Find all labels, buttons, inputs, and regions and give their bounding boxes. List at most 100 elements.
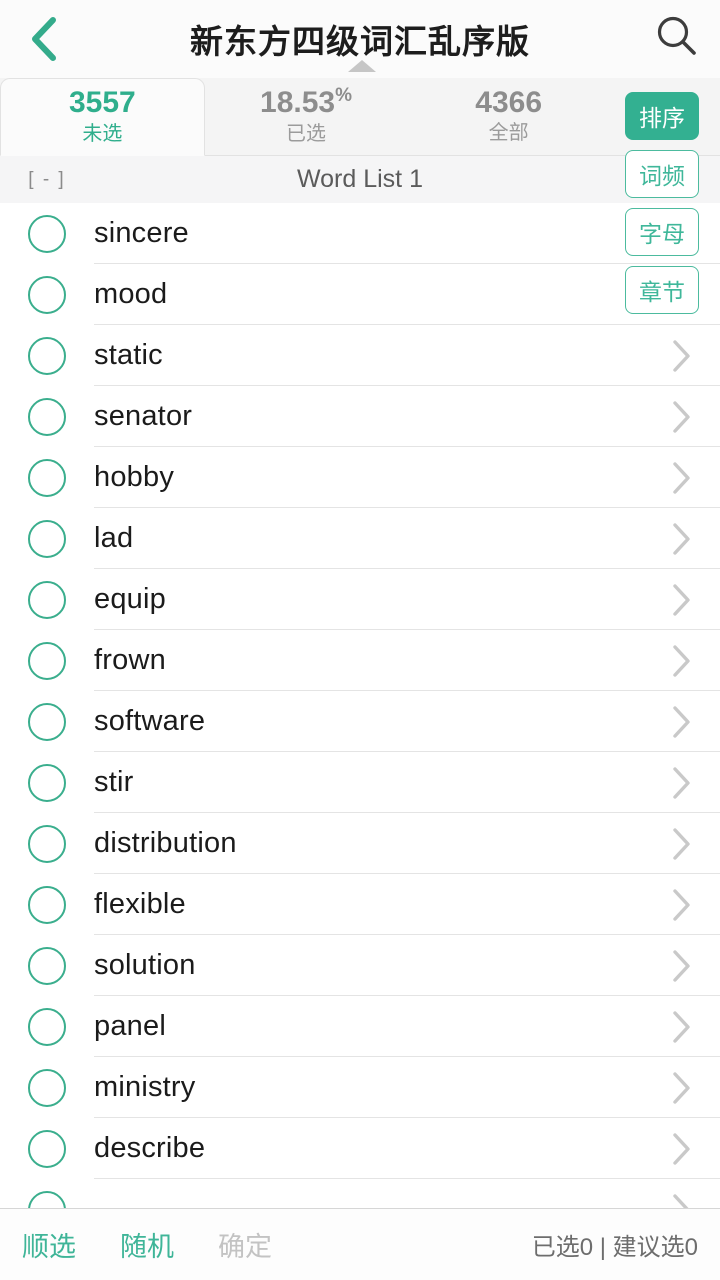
word-label: static [94, 339, 163, 371]
word-row[interactable]: stir [0, 752, 720, 813]
word-row[interactable]: describe [0, 1118, 720, 1179]
circle-icon [28, 580, 66, 619]
word-label: software [94, 705, 206, 737]
word-row[interactable]: equip [0, 569, 720, 630]
sort-option-frequency[interactable]: 词频 [625, 150, 699, 198]
word-label: lad [94, 522, 134, 554]
word-label: mood [94, 278, 168, 310]
tab-unselected-value: 3557 [68, 86, 136, 120]
word-label: equip [94, 583, 166, 615]
word-checkbox[interactable] [0, 458, 94, 497]
random-select-button[interactable]: 随机 [120, 1225, 174, 1264]
word-checkbox[interactable] [0, 1190, 94, 1208]
word-checkbox[interactable] [0, 946, 94, 985]
chevron-right-icon [642, 400, 720, 434]
section-title: Word List 1 [297, 165, 423, 193]
chevron-right-icon [642, 583, 720, 617]
word-checkbox[interactable] [0, 824, 94, 863]
circle-icon [28, 336, 66, 375]
word-label: senator [94, 400, 193, 432]
word-checkbox[interactable] [0, 1068, 94, 1107]
percent-sign: % [335, 85, 352, 107]
chevron-right-icon [642, 827, 720, 861]
circle-icon [28, 1129, 66, 1168]
word-row[interactable]: solution [0, 935, 720, 996]
search-button[interactable] [634, 0, 720, 78]
circle-icon [28, 1068, 66, 1107]
sort-trigger-button[interactable]: 排序 [625, 92, 699, 140]
selection-status: 已选0 | 建议选0 [531, 1234, 698, 1261]
circle-icon [28, 458, 66, 497]
caret-up-icon[interactable] [348, 60, 376, 72]
chevron-right-icon [642, 1132, 720, 1166]
word-checkbox[interactable] [0, 885, 94, 924]
circle-icon [28, 702, 66, 741]
word-checkbox[interactable] [0, 763, 94, 802]
word-checkbox[interactable] [0, 214, 94, 253]
word-row[interactable]: ministry [0, 1057, 720, 1118]
word-row[interactable]: senator [0, 386, 720, 447]
word-list[interactable]: sincere mood static senator hobby lad equip fro… [0, 203, 720, 1208]
tab-unselected-label: 未选 [82, 122, 123, 145]
page-title: 新东方四级词汇乱序版 [190, 23, 530, 60]
word-row[interactable]: mood [0, 264, 720, 325]
back-button[interactable] [0, 0, 86, 78]
tab-selected-number: 18.53 [260, 86, 336, 120]
tab-unselected[interactable]: 3557 未选 [0, 78, 205, 156]
word-row[interactable]: software [0, 691, 720, 752]
chevron-right-icon [642, 1010, 720, 1044]
circle-icon [28, 275, 66, 314]
word-label: describe [94, 1132, 206, 1164]
sort-option-chapter[interactable]: 章节 [625, 266, 699, 314]
word-label: sincere [94, 217, 189, 249]
circle-icon [28, 641, 66, 680]
tab-all[interactable]: 4366 全部 [407, 78, 610, 155]
tab-selected-label: 已选 [286, 122, 326, 145]
chevron-right-icon [642, 949, 720, 983]
circle-icon [28, 397, 66, 436]
word-checkbox[interactable] [0, 519, 94, 558]
word-row[interactable] [0, 1179, 720, 1208]
word-checkbox[interactable] [0, 580, 94, 619]
word-row[interactable]: distribution [0, 813, 720, 874]
circle-icon [28, 1007, 66, 1046]
word-checkbox[interactable] [0, 1007, 94, 1046]
app-root: 新东方四级词汇乱序版 3557 未选 18.53% 已选 4366 全部 [-… [0, 0, 720, 1280]
word-label: panel [94, 1010, 166, 1042]
word-checkbox[interactable] [0, 702, 94, 741]
word-label: solution [94, 949, 196, 981]
circle-icon [28, 824, 66, 863]
word-row[interactable]: hobby [0, 447, 720, 508]
circle-icon [28, 946, 66, 985]
word-row[interactable]: flexible [0, 874, 720, 935]
chevron-right-icon [642, 461, 720, 495]
tab-selected-value: 18.53% [260, 86, 352, 119]
word-row[interactable]: panel [0, 996, 720, 1057]
word-checkbox[interactable] [0, 641, 94, 680]
word-checkbox[interactable] [0, 336, 94, 375]
tab-all-label: 全部 [488, 122, 529, 145]
word-checkbox[interactable] [0, 1129, 94, 1168]
footer-toolbar: 顺选 随机 确定 已选0 | 建议选0 [0, 1208, 720, 1280]
word-row[interactable]: sincere [0, 203, 720, 264]
sequential-select-button[interactable]: 顺选 [22, 1225, 76, 1264]
word-row[interactable]: frown [0, 630, 720, 691]
word-row[interactable]: static [0, 325, 720, 386]
word-list-section-header: [ - ] Word List 1 [0, 156, 720, 204]
chevron-right-icon [642, 1071, 720, 1105]
word-label: frown [94, 644, 166, 676]
confirm-button[interactable]: 确定 [218, 1225, 272, 1264]
chevron-right-icon [642, 766, 720, 800]
word-checkbox[interactable] [0, 397, 94, 436]
word-label: stir [94, 766, 134, 798]
circle-icon [28, 1190, 66, 1208]
tab-all-value: 4366 [475, 85, 543, 119]
word-row[interactable]: lad [0, 508, 720, 569]
tab-selected-percent[interactable]: 18.53% 已选 [205, 78, 408, 155]
circle-icon [28, 519, 66, 558]
chevron-left-icon [28, 16, 58, 62]
chevron-right-icon [642, 522, 720, 556]
sort-option-alphabet[interactable]: 字母 [625, 208, 699, 256]
word-checkbox[interactable] [0, 275, 94, 314]
word-label: distribution [94, 827, 237, 859]
